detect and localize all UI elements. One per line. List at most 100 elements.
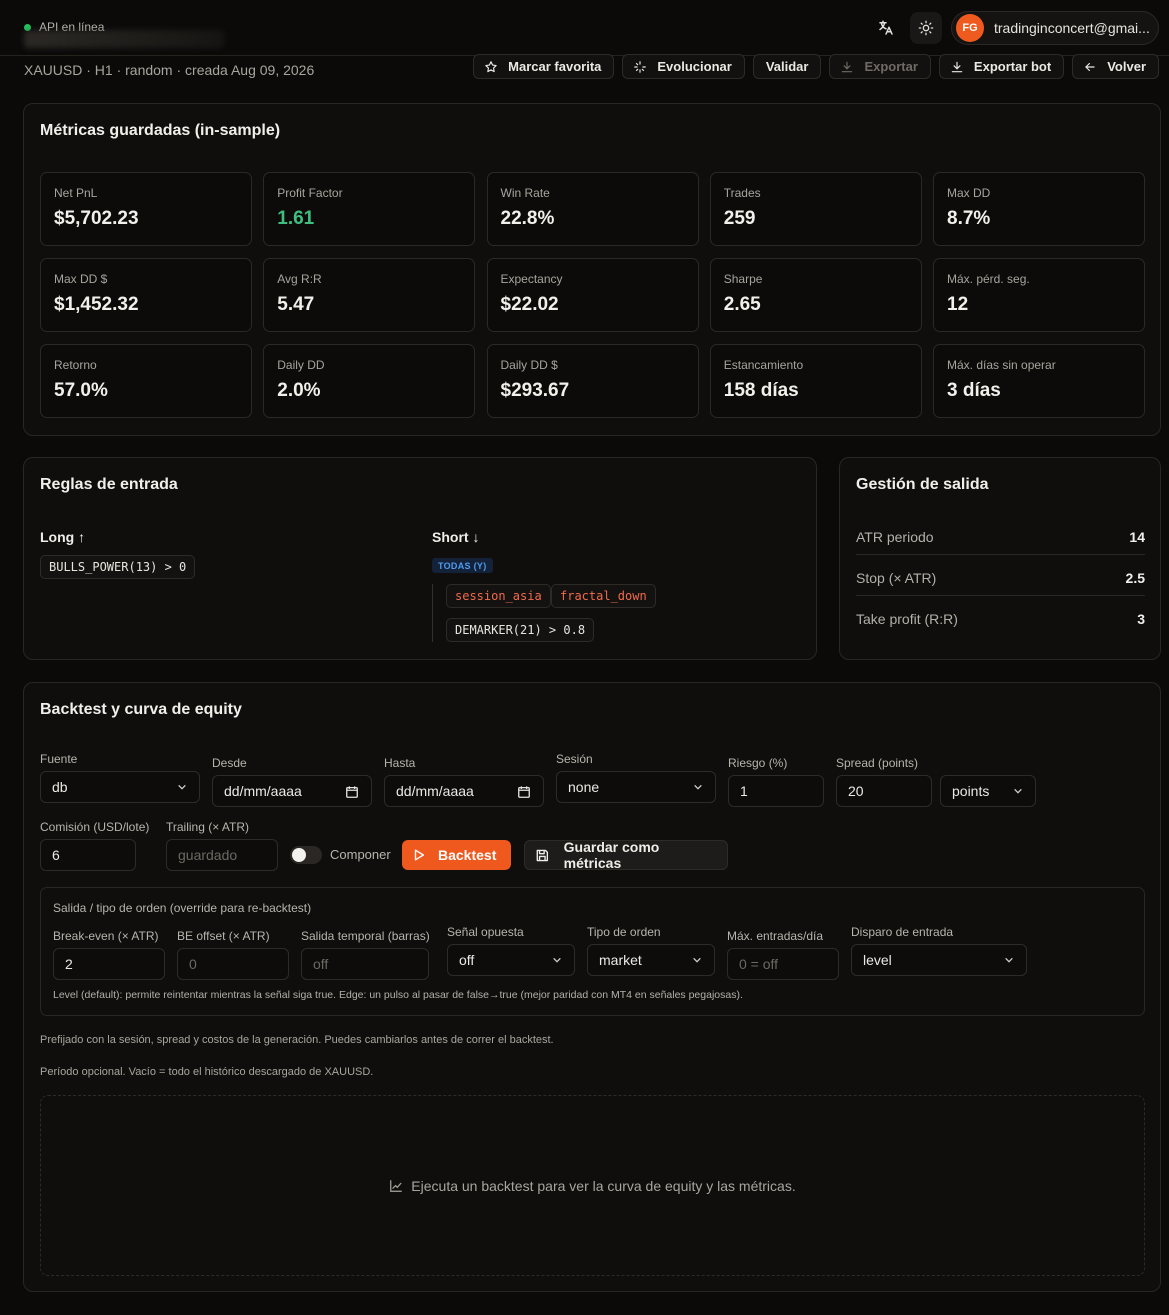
evolve-button[interactable]: Evolucionar bbox=[622, 54, 745, 79]
risk-label: Riesgo (%) bbox=[728, 756, 788, 770]
metric-label: Win Rate bbox=[500, 186, 550, 200]
metric-card: Máx. días sin operar 3 días bbox=[933, 344, 1145, 418]
metric-value: 3 días bbox=[947, 380, 1001, 401]
time-exit-label: Salida temporal (barras) bbox=[301, 929, 430, 943]
opposite-signal-select[interactable]: off bbox=[447, 944, 575, 976]
max-entries-label: Máx. entradas/día bbox=[727, 929, 824, 943]
strategy-subtitle: XAUUSD · H1 · random · creada Aug 09, 20… bbox=[24, 62, 315, 78]
time-exit-input[interactable]: off bbox=[301, 948, 429, 980]
entry-trigger-select[interactable]: level bbox=[851, 944, 1027, 976]
divider bbox=[856, 554, 1145, 555]
export-bot-button[interactable]: Exportar bot bbox=[938, 54, 1065, 79]
spread-unit-select[interactable]: points bbox=[940, 775, 1036, 807]
exit-title: Gestión de salida bbox=[856, 476, 989, 493]
opposite-signal-label: Señal opuesta bbox=[447, 925, 524, 939]
metric-card: Máx. pérd. seg. 12 bbox=[933, 258, 1145, 332]
exit-row-label: Stop (× ATR) bbox=[856, 569, 937, 586]
be-offset-input[interactable]: 0 bbox=[177, 948, 289, 980]
source-label: Fuente bbox=[40, 752, 78, 766]
metric-value: $5,702.23 bbox=[54, 208, 139, 229]
to-label: Hasta bbox=[384, 756, 416, 770]
from-date-value: dd/mm/aaaa bbox=[224, 783, 302, 799]
theme-toggle-button[interactable] bbox=[910, 12, 942, 44]
save-metrics-button[interactable]: Guardar como métricas bbox=[524, 839, 728, 871]
back-button[interactable]: Volver bbox=[1072, 54, 1159, 79]
commission-input[interactable]: 6 bbox=[40, 839, 136, 871]
metric-card: Daily DD 2.0% bbox=[263, 344, 476, 418]
trailing-label: Trailing (× ATR) bbox=[166, 820, 250, 834]
source-select[interactable]: db bbox=[40, 771, 200, 803]
empty-state-message: Ejecuta un backtest para ver la curva de… bbox=[411, 1178, 796, 1194]
metric-value: 2.65 bbox=[723, 294, 761, 315]
backtest-title: Backtest y curva de equity bbox=[40, 701, 242, 718]
risk-input[interactable]: 1 bbox=[728, 775, 824, 807]
metric-card: Sharpe 2.65 bbox=[709, 258, 922, 332]
exit-row-value: 3 bbox=[1137, 610, 1145, 627]
order-override-panel: Salida / tipo de orden (override para re… bbox=[40, 887, 1145, 1016]
trailing-input[interactable]: guardado bbox=[166, 839, 278, 871]
chevron-down-icon bbox=[553, 957, 561, 963]
metric-label: Daily DD bbox=[277, 358, 325, 372]
group-line bbox=[432, 584, 433, 642]
exit-row-tp: Take profit (R:R) 3 bbox=[856, 598, 1145, 639]
sparkle-icon bbox=[634, 60, 647, 73]
period-hint: Período opcional. Vacío = todo el histór… bbox=[40, 1066, 374, 1078]
export-label: Exportar bbox=[864, 59, 918, 74]
validate-button[interactable]: Validar bbox=[752, 54, 822, 79]
max-entries-input[interactable]: 0 = off bbox=[727, 948, 839, 980]
from-date-input[interactable]: dd/mm/aaaa bbox=[212, 775, 372, 807]
export-button[interactable]: Exportar bbox=[829, 54, 931, 79]
metric-value: 57.0% bbox=[54, 380, 108, 401]
metric-value: 2.0% bbox=[277, 380, 321, 401]
metric-value: $1,452.32 bbox=[54, 294, 139, 315]
metric-label: Sharpe bbox=[723, 272, 763, 286]
spread-input[interactable]: 20 bbox=[836, 775, 932, 807]
equity-curve-placeholder: Ejecuta un backtest para ver la curva de… bbox=[40, 1095, 1145, 1276]
save-metrics-label: Guardar como métricas bbox=[563, 839, 660, 871]
chevron-down-icon bbox=[693, 957, 701, 963]
user-menu[interactable]: FG tradinginconcert@gmai... bbox=[951, 11, 1159, 45]
order-type-select[interactable]: market bbox=[587, 944, 715, 976]
metrics-title: Métricas guardadas (in-sample) bbox=[40, 122, 281, 139]
download-icon bbox=[842, 61, 853, 72]
from-label: Desde bbox=[212, 756, 247, 770]
to-date-value: dd/mm/aaaa bbox=[396, 783, 474, 799]
metric-value: 12 bbox=[947, 294, 969, 315]
chevron-down-icon bbox=[1014, 788, 1022, 794]
be-offset-label: BE offset (× ATR) bbox=[177, 929, 270, 943]
exit-row-value: 14 bbox=[1129, 528, 1145, 545]
metric-label: Max DD $ bbox=[54, 272, 108, 286]
metric-card: Retorno 57.0% bbox=[40, 344, 252, 418]
entry-trigger-value: level bbox=[863, 952, 892, 968]
short-label: Short bbox=[432, 529, 469, 545]
to-date-input[interactable]: dd/mm/aaaa bbox=[384, 775, 544, 807]
entry-trigger-label: Disparo de entrada bbox=[851, 925, 954, 939]
translate-button[interactable] bbox=[870, 12, 902, 44]
metric-label: Max DD bbox=[947, 186, 991, 200]
empty-state: Ejecuta un backtest para ver la curva de… bbox=[41, 1178, 1144, 1194]
source-value: db bbox=[52, 779, 68, 795]
favorite-button[interactable]: Marcar favorita bbox=[473, 54, 615, 79]
metric-card: Max DD $ $1,452.32 bbox=[40, 258, 252, 332]
order-type-label: Tipo de orden bbox=[587, 925, 661, 939]
metric-card: Max DD 8.7% bbox=[933, 172, 1145, 246]
metric-value: $293.67 bbox=[500, 380, 570, 401]
break-even-input[interactable]: 2 bbox=[53, 948, 165, 980]
user-email: tradinginconcert@gmai... bbox=[994, 20, 1150, 36]
exit-row-stop: Stop (× ATR) 2.5 bbox=[856, 557, 1145, 598]
arrow-down-icon: ↓ bbox=[472, 529, 480, 545]
compound-label: Componer bbox=[330, 847, 391, 862]
metric-card: Win Rate 22.8% bbox=[486, 172, 699, 246]
entry-trigger-note: Level (default): permite reintentar mien… bbox=[53, 989, 743, 1001]
translate-icon bbox=[879, 20, 893, 35]
short-rule-chip: DEMARKER(21) > 0.8 bbox=[446, 618, 595, 642]
divider bbox=[856, 595, 1145, 596]
session-select[interactable]: none bbox=[556, 771, 716, 803]
short-heading: Short ↓ bbox=[432, 529, 479, 545]
run-backtest-button[interactable]: Backtest bbox=[402, 840, 511, 870]
metric-card: Net PnL $5,702.23 bbox=[40, 172, 252, 246]
short-rule-chip: fractal_down bbox=[551, 584, 656, 608]
favorite-label: Marcar favorita bbox=[508, 59, 602, 74]
compound-toggle[interactable] bbox=[290, 846, 322, 864]
exit-row-label: ATR periodo bbox=[856, 528, 934, 545]
